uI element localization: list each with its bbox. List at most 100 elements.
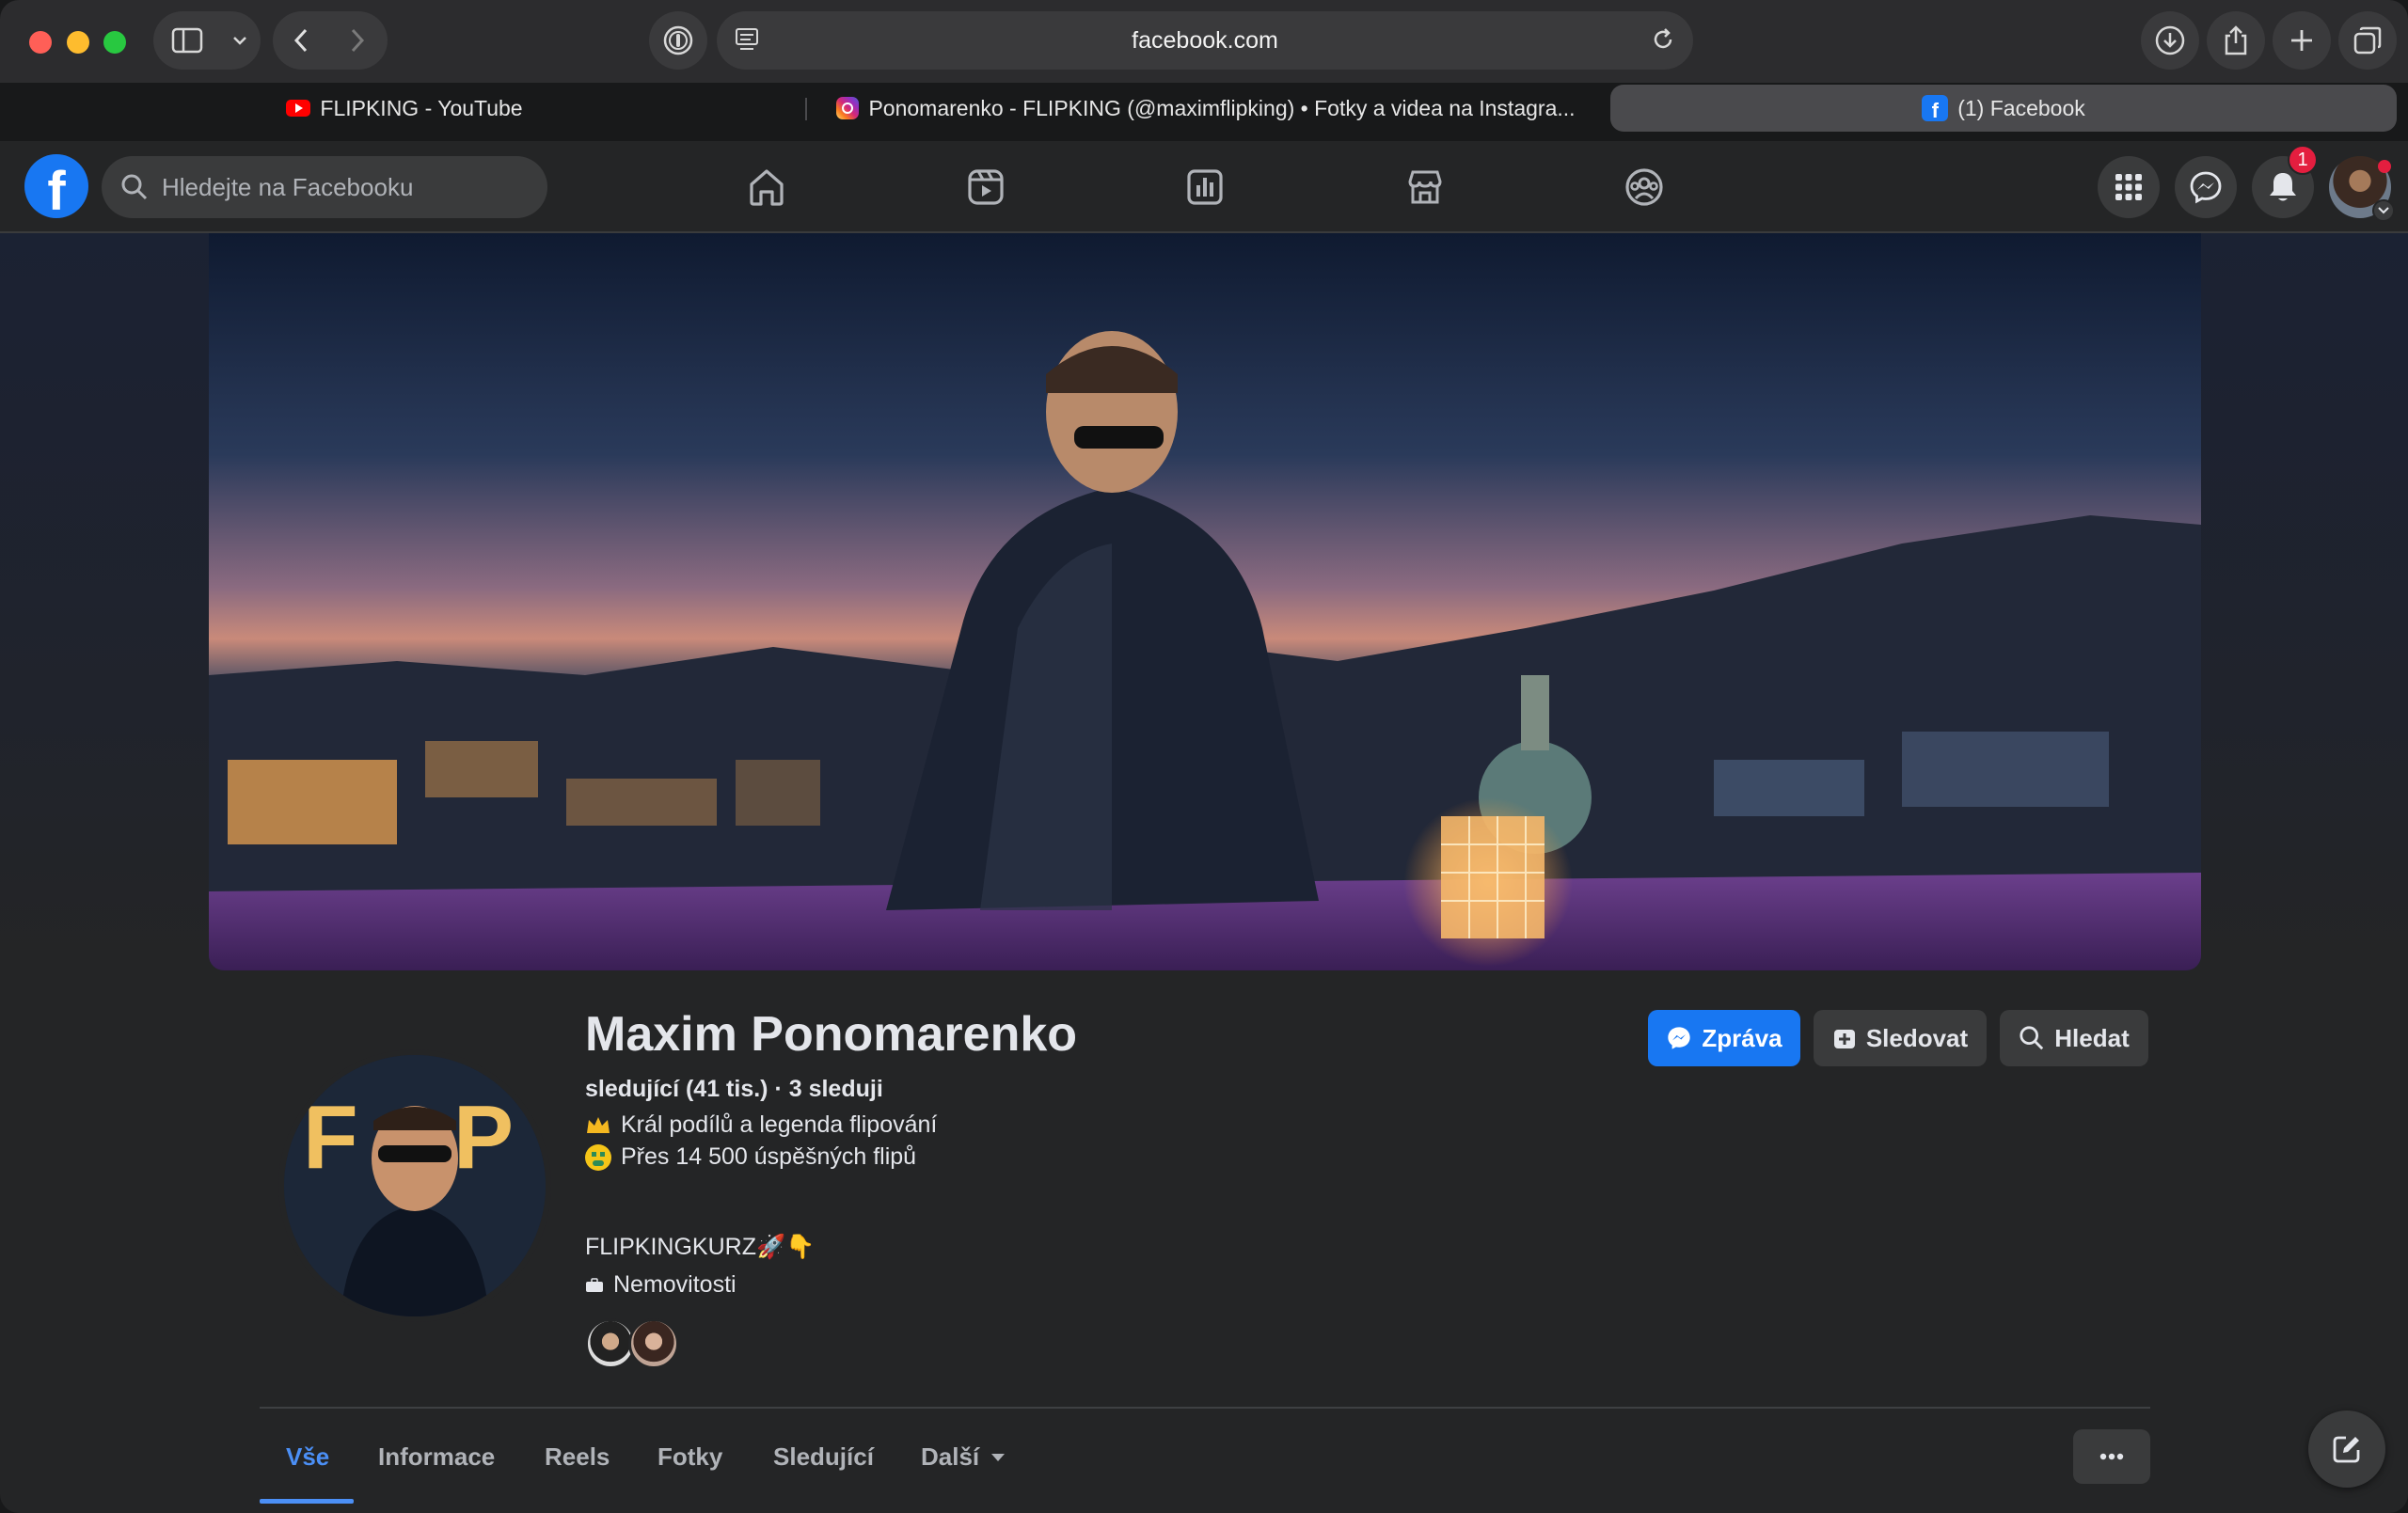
feeds-icon: [1187, 169, 1223, 205]
chevron-right-icon: [351, 28, 365, 53]
mutual-friends[interactable]: [585, 1318, 679, 1369]
instagram-icon: [836, 97, 860, 119]
messenger-button[interactable]: [2175, 156, 2237, 218]
groups-icon: [1625, 168, 1663, 206]
tab-more[interactable]: Další: [921, 1442, 1006, 1472]
money-face-icon: [585, 1143, 611, 1171]
compose-icon: [2333, 1436, 2360, 1463]
new-message-button[interactable]: [2308, 1411, 2385, 1488]
search-icon: [121, 174, 148, 200]
bio-line-1: Král podílů a legenda flipování: [585, 1111, 937, 1139]
address-bar[interactable]: facebook.com: [717, 11, 1693, 70]
profile-search-button[interactable]: Hledat: [2000, 1010, 2148, 1066]
notification-badge: 1: [2288, 145, 2318, 175]
tabs-divider: [260, 1407, 2150, 1409]
active-tab-indicator: [260, 1499, 354, 1504]
password-manager-button[interactable]: [649, 11, 707, 70]
downloads-button[interactable]: [2141, 11, 2199, 70]
caret-down-icon: [991, 1453, 1006, 1461]
followers-line[interactable]: sledující (41 tis.) · 3 sleduji: [585, 1076, 883, 1103]
search-input[interactable]: [162, 172, 519, 202]
share-button[interactable]: [2207, 11, 2265, 70]
follow-icon: [1833, 1030, 1855, 1048]
message-button[interactable]: Zpráva: [1648, 1010, 1800, 1066]
close-window-button[interactable]: [29, 31, 52, 54]
briefcase-icon: [586, 1277, 603, 1292]
share-icon: [2225, 25, 2247, 55]
category-text: Nemovitosti: [613, 1271, 737, 1298]
nav-marketplace[interactable]: [1402, 164, 1449, 211]
sidebar-toggle-button[interactable]: [153, 11, 221, 70]
tab-overview-button[interactable]: [2338, 11, 2397, 70]
minimize-window-button[interactable]: [67, 31, 89, 54]
follow-button[interactable]: Sledovat: [1814, 1010, 1987, 1066]
browser-window: facebook.com FLIPKING - YouTube Ponomare…: [0, 0, 2408, 1513]
profile-category: Nemovitosti: [585, 1271, 737, 1299]
marketplace-icon: [1408, 170, 1442, 204]
chevron-down-icon: [233, 37, 246, 45]
nav-home[interactable]: [743, 164, 790, 211]
link-text[interactable]: FLIPKINGKURZ🚀👇: [585, 1234, 815, 1261]
forward-button[interactable]: [329, 11, 386, 70]
chevron-down-icon: [2378, 207, 2389, 214]
facebook-icon: f: [1922, 95, 1949, 121]
status-dot: [2378, 160, 2391, 173]
download-icon: [2155, 25, 2185, 55]
tab-bar: FLIPKING - YouTube Ponomarenko - FLIPKIN…: [11, 85, 2397, 132]
account-avatar[interactable]: [2329, 156, 2395, 222]
browser-actions: [2141, 11, 2397, 70]
crown-icon: [585, 1112, 611, 1139]
ellipsis-icon: [2099, 1453, 2124, 1460]
browser-tab-facebook[interactable]: f (1) Facebook: [1610, 85, 2397, 132]
tab-title: FLIPKING - YouTube: [320, 95, 523, 120]
reload-icon[interactable]: [1650, 26, 1676, 53]
home-icon: [750, 169, 784, 206]
facebook-search[interactable]: [102, 156, 547, 218]
tab-followers[interactable]: Sledující: [773, 1442, 874, 1472]
video-icon: [968, 169, 1004, 205]
messenger-icon: [2190, 171, 2222, 204]
grid-menu-icon: [2115, 174, 2142, 200]
chevron-left-icon: [293, 28, 308, 53]
profile-name: Maxim Ponomarenko: [585, 1007, 1078, 1062]
search-label: Hledat: [2054, 1023, 2130, 1052]
tab-title: Ponomarenko - FLIPKING (@maximflipking) …: [868, 95, 1576, 120]
tab-about[interactable]: Informace: [378, 1442, 495, 1472]
nav-video[interactable]: [962, 164, 1009, 211]
cover-photo[interactable]: [209, 233, 2201, 970]
menu-button[interactable]: [2098, 156, 2160, 218]
password-icon: [663, 25, 693, 55]
tab-all[interactable]: Vše: [286, 1442, 329, 1472]
plus-icon: [2291, 30, 2312, 51]
bio-text-1: Král podílů a legenda flipování: [621, 1111, 938, 1138]
nav-feeds[interactable]: [1181, 164, 1228, 211]
browser-toolbar: facebook.com FLIPKING - YouTube Ponomare…: [0, 0, 2408, 132]
profile-picture[interactable]: F P: [278, 1049, 551, 1322]
tab-photos[interactable]: Fotky: [657, 1442, 722, 1472]
mutual-avatar[interactable]: [628, 1318, 679, 1369]
notifications-button[interactable]: 1: [2252, 145, 2318, 218]
new-tab-button[interactable]: [2273, 11, 2331, 70]
back-button[interactable]: [273, 11, 329, 70]
svg-text:F: F: [303, 1087, 358, 1188]
browser-tab-youtube[interactable]: FLIPKING - YouTube: [11, 85, 798, 132]
search-icon: [2020, 1026, 2044, 1050]
follow-label: Sledovat: [1865, 1023, 1969, 1052]
message-label: Zpráva: [1702, 1023, 1782, 1052]
fullscreen-window-button[interactable]: [103, 31, 126, 54]
more-options-button[interactable]: [2073, 1429, 2150, 1484]
youtube-icon: [286, 100, 311, 117]
facebook-logo[interactable]: f: [24, 154, 88, 218]
sidebar-icon: [171, 27, 203, 54]
tab-groups-dropdown[interactable]: [221, 11, 259, 70]
url-text: facebook.com: [1132, 27, 1278, 54]
account-dropdown[interactable]: [2372, 199, 2395, 222]
history-nav-group: [273, 11, 388, 70]
nav-groups[interactable]: [1621, 164, 1668, 211]
profile-link[interactable]: FLIPKINGKURZ🚀👇: [585, 1234, 815, 1261]
tab-title: (1) Facebook: [1957, 95, 2085, 120]
browser-tab-instagram[interactable]: Ponomarenko - FLIPKING (@maximflipking) …: [807, 85, 1605, 132]
bell-icon: [2270, 173, 2296, 201]
tab-more-label: Další: [921, 1442, 980, 1471]
tab-reels[interactable]: Reels: [545, 1442, 610, 1472]
